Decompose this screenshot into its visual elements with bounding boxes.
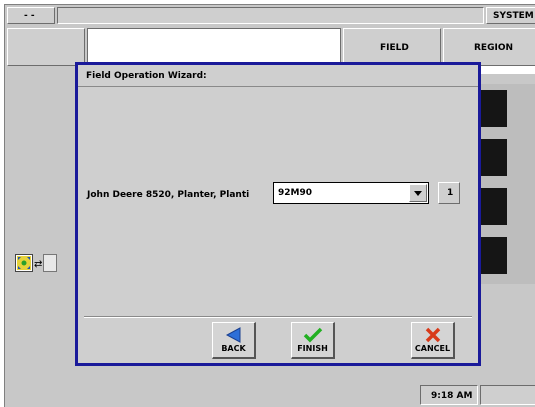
dialog-divider bbox=[84, 316, 472, 318]
equipment-label: John Deere 8520, Planter, Planti bbox=[87, 190, 250, 200]
panel-tile-3[interactable] bbox=[477, 188, 507, 225]
back-arrow-icon bbox=[225, 327, 240, 343]
swap-arrows-icon: ⇄ bbox=[34, 259, 43, 270]
zoom-extents-button[interactable] bbox=[15, 254, 33, 272]
menu-button[interactable]: - - bbox=[7, 7, 55, 24]
right-panel-strip bbox=[477, 66, 535, 74]
count-button-label: 1 bbox=[447, 188, 454, 198]
hybrid-dropdown[interactable]: 92M90 bbox=[273, 182, 429, 204]
field-operation-wizard-dialog: Field Operation Wizard: John Deere 8520,… bbox=[75, 62, 481, 366]
clock-text: 9:18 AM bbox=[431, 391, 473, 401]
display-area: - - SYSTEM FIELD REGION ⇄ 9:18 AM Field … bbox=[4, 4, 535, 407]
finish-button[interactable]: FINISH bbox=[291, 322, 335, 359]
panel-tile-4[interactable] bbox=[477, 237, 507, 274]
x-cancel-icon bbox=[425, 327, 440, 343]
screen-frame: - - SYSTEM FIELD REGION ⇄ 9:18 AM Field … bbox=[0, 0, 535, 407]
dialog-title-bar: Field Operation Wizard: bbox=[78, 65, 478, 87]
chevron-down-icon bbox=[414, 191, 422, 196]
dropdown-toggle[interactable] bbox=[409, 184, 427, 202]
bottom-left-area bbox=[7, 335, 75, 385]
cancel-button[interactable]: CANCEL bbox=[411, 322, 455, 359]
finish-button-label: FINISH bbox=[297, 344, 328, 353]
cancel-button-label: CANCEL bbox=[414, 344, 451, 353]
layer-button[interactable] bbox=[43, 254, 57, 272]
header-left-cell bbox=[7, 28, 85, 66]
menu-button-label: - - bbox=[24, 11, 35, 21]
header-text-field bbox=[87, 28, 341, 66]
system-button-label: SYSTEM bbox=[493, 11, 534, 21]
tab-field[interactable]: FIELD bbox=[343, 28, 441, 66]
status-extra-field bbox=[480, 385, 535, 405]
clock-display: 9:18 AM bbox=[420, 385, 478, 405]
checkmark-icon bbox=[303, 327, 322, 343]
count-button[interactable]: 1 bbox=[438, 182, 460, 204]
tab-region[interactable]: REGION bbox=[443, 28, 535, 66]
tab-region-label: REGION bbox=[474, 43, 513, 53]
back-button[interactable]: BACK bbox=[212, 322, 256, 359]
tab-field-label: FIELD bbox=[380, 43, 409, 53]
panel-tile-1[interactable] bbox=[477, 90, 507, 127]
dialog-title: Field Operation Wizard: bbox=[86, 71, 207, 81]
zoom-extents-icon bbox=[17, 256, 31, 270]
panel-tile-2[interactable] bbox=[477, 139, 507, 176]
hybrid-dropdown-value: 92M90 bbox=[278, 188, 313, 198]
top-status-field bbox=[57, 7, 484, 24]
system-button[interactable]: SYSTEM bbox=[486, 7, 535, 24]
back-button-label: BACK bbox=[221, 344, 246, 353]
